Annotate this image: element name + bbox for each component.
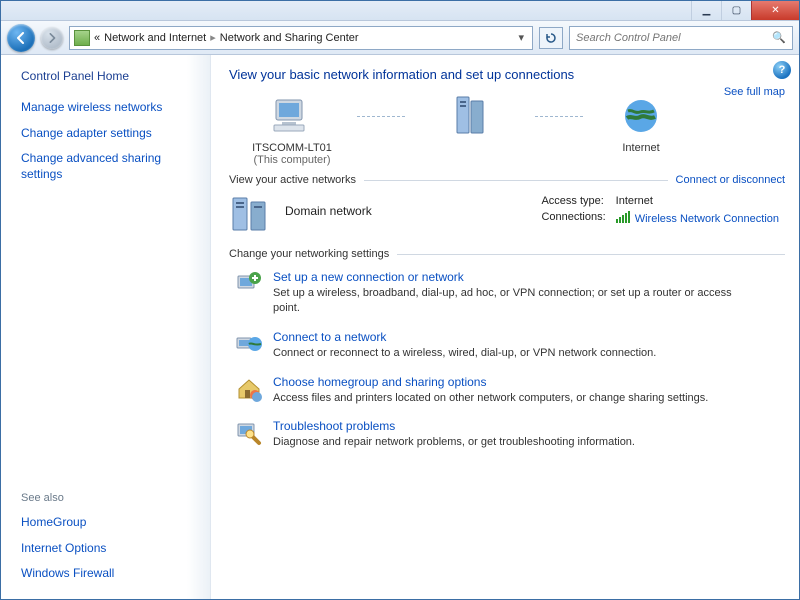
task-homegroup-link[interactable]: Choose homegroup and sharing options [273,375,486,389]
breadcrumb-prefix: « [94,32,100,44]
content-area: Control Panel Home Manage wireless netwo… [1,55,799,599]
sidebar-link-wireless[interactable]: Manage wireless networks [21,100,198,116]
network-center-icon [74,30,90,46]
connections-label: Connections: [537,210,609,226]
setup-connection-icon [235,270,263,298]
sidebar-link-homegroup[interactable]: HomeGroup [21,515,198,531]
maximize-button[interactable]: ▢ [721,1,751,20]
arrow-left-icon [15,32,27,44]
sidebar: Control Panel Home Manage wireless netwo… [1,55,211,599]
sidebar-link-advanced[interactable]: Change advanced sharing settings [21,151,198,182]
network-name: Domain network [285,204,445,218]
forward-button[interactable] [41,27,63,49]
see-full-map-link[interactable]: See full map [724,86,785,98]
help-button[interactable]: ? [773,61,791,79]
search-icon: 🔍 [768,31,786,44]
task-homegroup-desc: Access files and printers located on oth… [273,391,708,406]
sidebar-link-firewall[interactable]: Windows Firewall [21,566,198,582]
title-bar: ▁ ▢ ✕ [1,1,799,21]
toolbar: « Network and Internet ▸ Network and Sha… [1,21,799,55]
page-title: View your basic network information and … [229,67,785,82]
breadcrumb-separator-icon: ▸ [210,31,216,44]
network-map [237,92,724,140]
sidebar-link-inetopt[interactable]: Internet Options [21,541,198,557]
connection-link[interactable]: Wireless Network Connection [635,213,779,225]
task-homegroup-sharing: Choose homegroup and sharing options Acc… [235,375,785,406]
refresh-icon [545,32,557,44]
computer-icon [268,92,316,140]
troubleshoot-icon [235,419,263,447]
map-connector-icon [357,116,405,117]
arrow-right-icon [47,33,57,43]
internet-label: Internet [593,142,689,166]
control-panel-window: ▁ ▢ ✕ « Network and Internet ▸ Network a… [0,0,800,600]
minimize-button[interactable]: ▁ [691,1,721,20]
access-type-label: Access type: [537,194,609,208]
refresh-button[interactable] [539,27,563,49]
task-troubleshoot: Troubleshoot problems Diagnose and repai… [235,419,785,450]
network-device-icon [446,92,494,140]
network-details: Access type: Internet Connections: Wirel… [535,192,785,228]
task-troubleshoot-desc: Diagnose and repair network problems, or… [273,435,635,450]
domain-network-icon [229,192,273,236]
connect-network-icon [235,330,263,358]
active-networks-header: View your active networks Connect or dis… [229,174,785,186]
task-setup-connection-desc: Set up a wireless, broadband, dial-up, a… [273,286,733,316]
task-list: Set up a new connection or network Set u… [229,270,785,450]
sidebar-heading: Control Panel Home [21,69,198,83]
task-setup-connection: Set up a new connection or network Set u… [235,270,785,316]
internet-globe-icon [617,92,665,140]
access-type-value: Internet [612,194,783,208]
active-network-row: Domain network Access type: Internet Con… [229,192,785,236]
computer-sub-label: (This computer) [237,154,347,166]
main-panel: ? View your basic network information an… [211,55,799,599]
sidebar-link-adapter[interactable]: Change adapter settings [21,126,198,142]
task-troubleshoot-link[interactable]: Troubleshoot problems [273,419,395,433]
close-button[interactable]: ✕ [751,1,799,20]
address-bar[interactable]: « Network and Internet ▸ Network and Sha… [69,26,533,50]
wifi-signal-icon [616,211,630,223]
breadcrumb-1[interactable]: Network and Internet [104,32,206,44]
back-button[interactable] [7,24,35,52]
connect-disconnect-link[interactable]: Connect or disconnect [676,174,785,186]
address-dropdown-button[interactable]: ▾ [514,31,528,44]
task-connect-network-desc: Connect or reconnect to a wireless, wire… [273,346,656,361]
computer-name-label: ITSCOMM-LT01 [237,142,347,154]
seealso-heading: See also [21,492,198,504]
change-settings-header: Change your networking settings [229,248,785,260]
breadcrumb-2[interactable]: Network and Sharing Center [220,32,359,44]
task-connect-network: Connect to a network Connect or reconnec… [235,330,785,361]
task-connect-network-link[interactable]: Connect to a network [273,330,386,344]
network-map-labels: ITSCOMM-LT01 (This computer) Internet [237,142,785,166]
search-input[interactable] [576,32,768,44]
homegroup-icon [235,375,263,403]
map-connector-icon [535,116,583,117]
task-setup-connection-link[interactable]: Set up a new connection or network [273,270,464,284]
search-box[interactable]: 🔍 [569,26,793,50]
